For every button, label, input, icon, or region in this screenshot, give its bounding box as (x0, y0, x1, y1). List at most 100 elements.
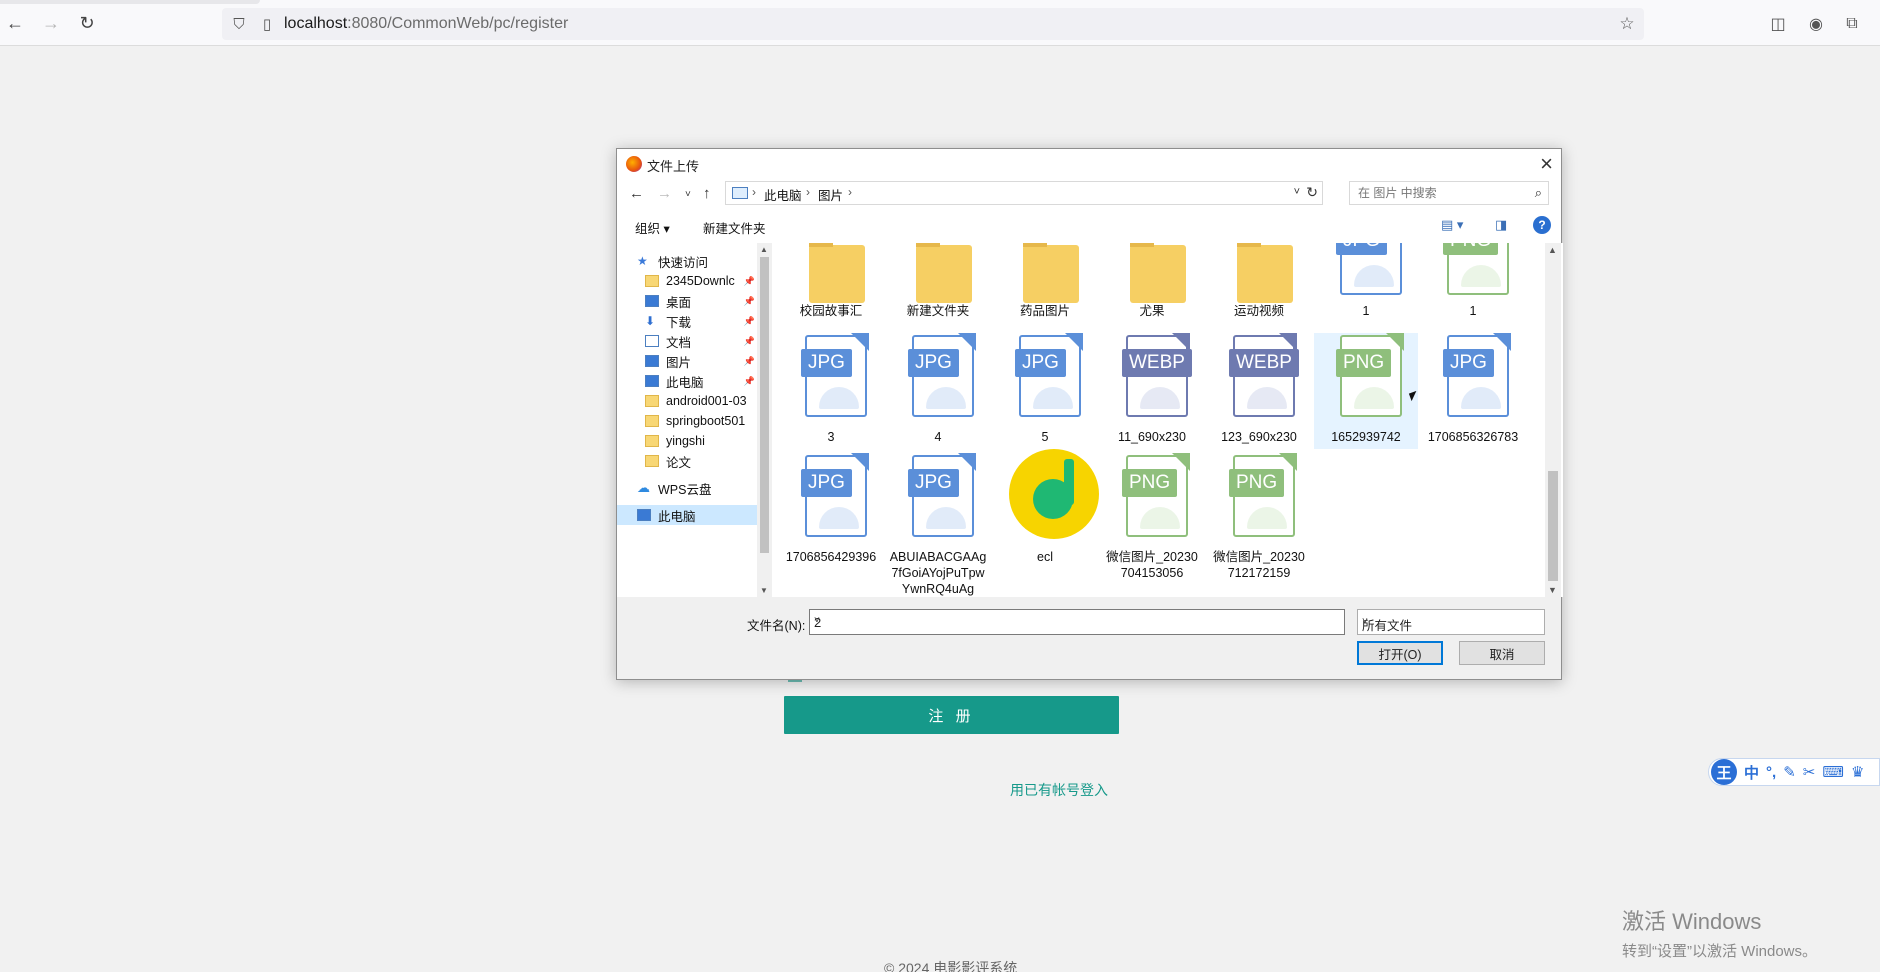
bookmark-star-icon[interactable]: ☆ (1618, 14, 1636, 33)
extensions-icon[interactable]: ⧉ (1842, 14, 1862, 34)
back-button[interactable]: ← (4, 12, 26, 34)
new-folder-button[interactable]: 新建文件夹 (703, 218, 766, 237)
open-button[interactable]: 打开(O) (1357, 641, 1443, 665)
address-bar[interactable]: › 此电脑 › 图片 › ˅ ↻ (725, 181, 1323, 205)
file-item[interactable]: PNG 1652939742 (1314, 333, 1418, 449)
ime-keyboard-icon[interactable]: ⌨ (1822, 763, 1844, 781)
folder-item[interactable]: 药品图片 (993, 243, 1097, 321)
webp-file-icon: WEBP (1229, 333, 1299, 417)
search-box[interactable]: ⌕ (1349, 181, 1549, 205)
nav-item[interactable]: 2345Downlc 📌 (617, 271, 757, 291)
download-icon: ⬇ (645, 314, 656, 328)
jpg-file-icon: JPG (1336, 243, 1402, 295)
jpg-file-icon: JPG (1015, 333, 1083, 417)
ime-skin-icon[interactable]: ♛ (1851, 763, 1864, 781)
nav-item[interactable]: springboot501 (617, 411, 757, 431)
up-folder-button[interactable]: ↑ (703, 185, 711, 202)
nav-item[interactable]: 此电脑 (617, 505, 757, 525)
dialog-back-button[interactable]: ← (629, 185, 644, 202)
close-icon[interactable]: × (1540, 151, 1553, 177)
nav-item-label: android001-03 (666, 394, 747, 408)
chevron-down-icon[interactable]: ˅ (814, 615, 1338, 626)
search-icon[interactable]: ⌕ (1535, 185, 1542, 201)
file-scroll-thumb[interactable] (1548, 471, 1558, 581)
ime-handwrite-icon[interactable]: ✎ (1783, 763, 1796, 781)
folder-item[interactable]: 运动视频 (1207, 243, 1311, 321)
breadcrumb-this-pc[interactable]: 此电脑 (764, 185, 802, 204)
view-mode-icon[interactable]: ▤ ▾ (1441, 217, 1463, 233)
organize-menu[interactable]: 组织 ▾ (635, 218, 670, 237)
nav-item[interactable]: ☁ WPS云盘 (617, 478, 757, 498)
cancel-button[interactable]: 取消 (1459, 641, 1545, 665)
folder-item[interactable]: 新建文件夹 (886, 243, 990, 321)
refresh-icon[interactable]: ↻ (1306, 184, 1318, 201)
file-name: 3 (827, 430, 835, 444)
dialog-forward-button[interactable]: → (657, 185, 672, 202)
pictures-icon (645, 355, 659, 367)
nav-scroll-thumb[interactable] (760, 257, 769, 553)
folder-item[interactable]: 尤果 (1100, 243, 1204, 321)
file-item[interactable]: JPG 1 (1314, 243, 1418, 321)
active-tab[interactable] (0, 0, 260, 4)
url-text[interactable]: localhost:8080/CommonWeb/pc/register (284, 15, 568, 33)
file-item[interactable]: JPG 3 (779, 333, 883, 449)
dialog-titlebar[interactable]: 文件上传 × (617, 149, 1561, 179)
file-name: 1706856429396 (785, 550, 877, 564)
ime-scissors-icon[interactable]: ✂ (1803, 763, 1816, 781)
dialog-footer: 文件名(N): 2 ˅ 所有文件 ˅ 打开(O) 取消 (617, 597, 1561, 679)
file-item[interactable]: JPG 5 (993, 333, 1097, 449)
register-button[interactable]: 注 册 (784, 696, 1119, 734)
file-item[interactable]: ecl (993, 449, 1099, 569)
filename-input[interactable]: 2 ˅ (809, 609, 1345, 635)
filetype-select[interactable]: 所有文件 ˅ (1357, 609, 1545, 635)
url-bar[interactable]: ⛉ ▯ localhost:8080/CommonWeb/pc/register… (222, 8, 1644, 40)
shield-icon[interactable]: ⛉ (230, 15, 248, 33)
nav-item[interactable]: yingshi (617, 431, 757, 451)
nav-item[interactable]: 桌面 📌 (617, 291, 757, 311)
preview-pane-icon[interactable]: ◨ (1495, 217, 1507, 233)
file-item[interactable]: PNG 微信图片_20230712172159 (1207, 453, 1311, 580)
search-input[interactable] (1358, 185, 1518, 201)
nav-scrollbar[interactable]: ▲ ▼ (757, 243, 772, 597)
scroll-down-icon[interactable]: ▼ (760, 586, 768, 595)
recent-locations-chevron-icon[interactable]: ˅ (685, 189, 691, 200)
login-link[interactable]: 用已有帐号登入 (1010, 780, 1108, 800)
file-name: ABUIABACGAAg7fGoiAYojPuTpwYwnRQ4uAg (889, 550, 987, 596)
file-item[interactable]: WEBP 11_690x230 (1100, 333, 1204, 449)
file-name: 123_690x230 (1221, 430, 1297, 444)
file-item[interactable]: JPG 1706856429396 (779, 453, 883, 569)
help-icon[interactable]: ? (1533, 216, 1551, 234)
reload-button[interactable]: ↻ (76, 12, 98, 34)
nav-item[interactable]: ★ 快速访问 (617, 251, 757, 271)
ime-toolbar[interactable]: 王 中 °, ✎ ✂ ⌨ ♛ (1708, 758, 1880, 786)
nav-item[interactable]: 图片 📌 (617, 351, 757, 371)
ime-punctuation-toggle[interactable]: °, (1766, 764, 1776, 781)
pocket-icon[interactable]: ◫ (1768, 14, 1788, 34)
file-item[interactable]: PNG 1 (1421, 243, 1525, 321)
file-item[interactable]: WEBP 123_690x230 (1207, 333, 1311, 449)
file-item[interactable]: JPG 4 (886, 333, 990, 449)
file-item[interactable]: PNG 微信图片_20230704153056 (1100, 453, 1204, 580)
nav-item[interactable]: 论文 (617, 451, 757, 471)
nav-item[interactable]: 此电脑 📌 (617, 371, 757, 391)
file-name: 1 (1469, 304, 1477, 318)
breadcrumb-pictures[interactable]: 图片 (818, 185, 843, 204)
nav-item[interactable]: ⬇ 下载 📌 (617, 311, 757, 331)
activation-subtitle: 转到“设置”以激活 Windows。 (1622, 943, 1818, 960)
nav-item-label: 论文 (666, 455, 692, 470)
scroll-up-icon[interactable]: ▲ (760, 245, 768, 254)
ime-mode-toggle[interactable]: 中 (1744, 762, 1759, 783)
forward-button[interactable]: → (40, 12, 62, 34)
file-item[interactable]: JPG ABUIABACGAAg7fGoiAYojPuTpwYwnRQ4uAg (886, 453, 990, 596)
ime-logo-icon[interactable]: 王 (1711, 759, 1737, 785)
png-file-icon: PNG (1229, 453, 1297, 537)
address-dropdown-icon[interactable]: ˅ (1294, 186, 1300, 198)
account-icon[interactable]: ◉ (1806, 14, 1826, 34)
nav-item[interactable]: 文档 📌 (617, 331, 757, 351)
scroll-down-icon[interactable]: ▼ (1548, 585, 1557, 595)
file-scrollbar[interactable]: ▲ ▼ (1545, 243, 1561, 597)
folder-item[interactable]: 校园故事汇 (779, 243, 883, 321)
nav-item[interactable]: android001-03 (617, 391, 757, 411)
file-item[interactable]: JPG 1706856326783 (1421, 333, 1525, 449)
scroll-up-icon[interactable]: ▲ (1548, 245, 1557, 255)
